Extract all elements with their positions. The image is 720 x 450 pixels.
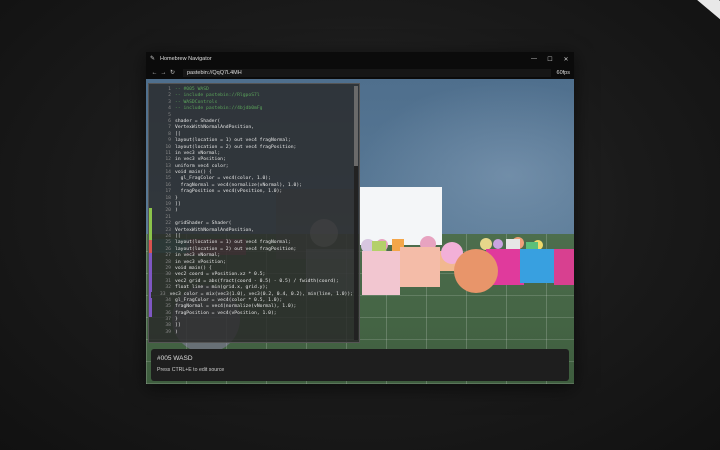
code-text: -- include pastebin://4bjdb0mFg bbox=[175, 106, 263, 112]
sphere bbox=[493, 239, 503, 249]
code-text: VertexWithNormalAndPosition, bbox=[175, 125, 255, 131]
title-bar: ✎ Homebrew Navigator — ☐ ✕ bbox=[146, 52, 574, 66]
browser-window: ✎ Homebrew Navigator — ☐ ✕ ← → ↻ pastebi… bbox=[146, 52, 574, 384]
editor-scrollbar-thumb[interactable] bbox=[354, 86, 358, 166]
line-marker bbox=[149, 330, 152, 336]
cube bbox=[400, 247, 440, 287]
scene-title: #005 WASD bbox=[157, 355, 193, 362]
url-field[interactable]: pastebin://QqQ7L4MH bbox=[183, 68, 551, 77]
3d-viewport[interactable]: 1 -- #005 WASD 2 -- include pastebin://Rlgp… bbox=[146, 79, 574, 384]
app-logo-icon: ✎ bbox=[150, 56, 156, 62]
line-number: 39 bbox=[165, 329, 171, 335]
minimize-button[interactable]: — bbox=[526, 56, 542, 62]
code-text: fragPosition = vec4(vPosition, 1.0); bbox=[175, 310, 277, 316]
sphere bbox=[454, 249, 498, 293]
code-line[interactable]: 39) bbox=[149, 330, 353, 336]
code-text: fragPosition = vec4(vPosition, 1.0); bbox=[175, 189, 283, 195]
code-text: ) bbox=[175, 208, 178, 214]
info-panel: #005 WASD Press CTRL+E to edit source bbox=[151, 349, 569, 381]
back-button[interactable]: ← bbox=[150, 70, 159, 76]
forward-button[interactable]: → bbox=[159, 70, 168, 76]
code-text: VertexWithNormalAndPosition, bbox=[175, 227, 255, 233]
window-title: Homebrew Navigator bbox=[160, 56, 212, 62]
navigation-bar: ← → ↻ pastebin://QqQ7L4MH 60fps bbox=[146, 66, 574, 79]
reload-button[interactable]: ↻ bbox=[168, 69, 177, 76]
editor-scrollbar[interactable] bbox=[354, 86, 358, 340]
code-text: ) bbox=[175, 329, 178, 335]
code-editor-panel[interactable]: 1 -- #005 WASD 2 -- include pastebin://Rlgp… bbox=[148, 83, 360, 343]
fps-counter: 60fps bbox=[556, 69, 570, 76]
sphere bbox=[480, 238, 492, 250]
maximize-button[interactable]: ☐ bbox=[542, 56, 558, 63]
cube bbox=[554, 249, 574, 285]
edit-hint: Press CTRL+E to edit source bbox=[157, 367, 225, 373]
cube bbox=[362, 251, 400, 295]
close-button[interactable]: ✕ bbox=[558, 56, 574, 63]
code-lines[interactable]: 1 -- #005 WASD 2 -- include pastebin://Rlgp… bbox=[149, 87, 353, 336]
cube bbox=[520, 249, 554, 283]
